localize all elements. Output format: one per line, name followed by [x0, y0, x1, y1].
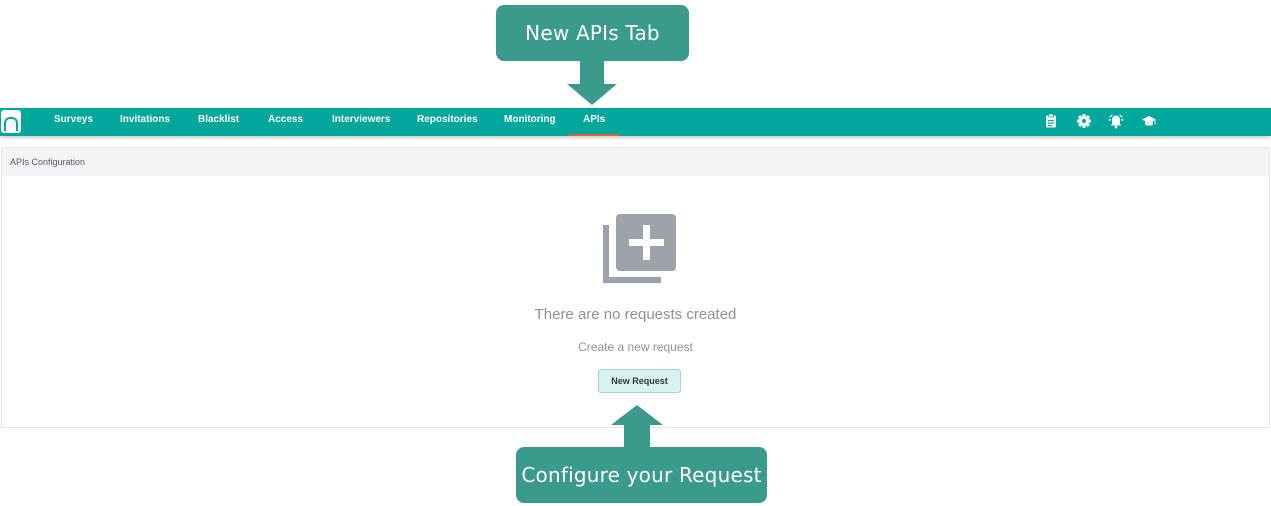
callout-arrow-down-icon [567, 84, 617, 105]
app-logo[interactable] [1, 110, 21, 133]
nav-item-monitoring[interactable]: Monitoring [504, 108, 556, 136]
callout-text: Configure your Request [521, 463, 762, 487]
empty-state-title: There are no requests created [534, 306, 737, 323]
nav-item-blacklist[interactable]: Blacklist [198, 108, 239, 136]
callout-arrow-up-icon [611, 405, 663, 425]
empty-state-subtitle: Create a new request [578, 340, 693, 354]
nav-item-apis[interactable]: APIs [569, 108, 620, 136]
graduation-cap-icon[interactable] [1141, 113, 1157, 129]
callout-arrow-down-shaft [580, 61, 604, 85]
callout-arrow-up-shaft [624, 424, 650, 448]
panel-header: APIs Configuration [2, 148, 1269, 176]
gear-icon[interactable] [1076, 113, 1092, 129]
clipboard-icon[interactable] [1043, 113, 1059, 129]
callout-configure-request: Configure your Request [516, 447, 767, 503]
nav-item-invitations[interactable]: Invitations [120, 108, 170, 136]
nav-item-access[interactable]: Access [268, 108, 303, 136]
nav-item-repositories[interactable]: Repositories [417, 108, 478, 136]
nav-item-interviewers[interactable]: Interviewers [332, 108, 390, 136]
new-request-button[interactable]: New Request [598, 369, 681, 393]
top-navbar: Surveys Invitations Blacklist Access Int… [0, 108, 1271, 136]
alarm-bell-icon[interactable] [1108, 113, 1124, 129]
callout-text: New APIs Tab [525, 21, 660, 45]
add-to-library-icon [603, 214, 676, 283]
callout-new-apis-tab: New APIs Tab [496, 5, 689, 61]
nav-item-surveys[interactable]: Surveys [54, 108, 93, 136]
apis-configuration-panel: APIs Configuration There are no requests… [1, 147, 1270, 428]
